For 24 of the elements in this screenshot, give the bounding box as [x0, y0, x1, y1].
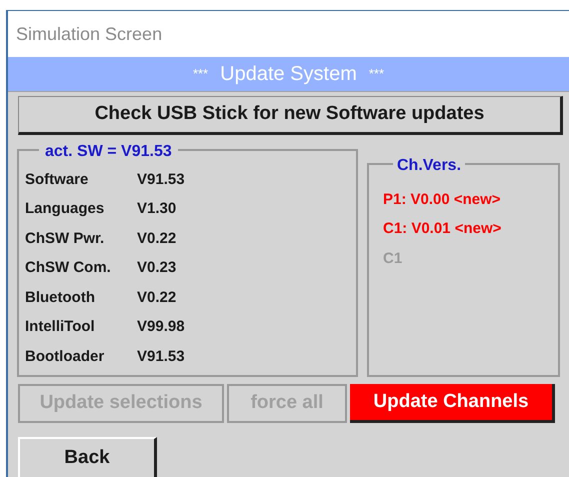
software-name: ChSW Com.	[25, 258, 112, 278]
channel-version: C1	[382, 248, 402, 268]
software-version: V91.53	[137, 170, 185, 190]
check-usb-button[interactable]: Check USB Stick for new Software updates	[18, 96, 563, 135]
header-title: Update System	[220, 62, 357, 88]
channel-version: P1: V0.00 <new>	[382, 190, 501, 210]
header-decoration: ***	[368, 65, 384, 84]
software-name: Software	[25, 170, 90, 190]
action-button[interactable]: Update Channels	[350, 384, 555, 423]
software-version: V1.30	[137, 199, 176, 219]
header-decoration: ***	[192, 65, 208, 84]
software-name: Bootloader	[25, 346, 106, 366]
software-name: Bluetooth	[25, 288, 96, 308]
software-version: V91.53	[137, 346, 185, 366]
window-title: Simulation Screen	[16, 22, 162, 46]
software-version: V99.98	[137, 317, 185, 337]
software-version: V0.23	[137, 258, 176, 278]
back-button[interactable]: Back	[18, 437, 157, 477]
software-name: ChSW Pwr.	[25, 228, 106, 248]
software-name: Languages	[25, 199, 106, 219]
software-name: IntelliTool	[25, 317, 96, 337]
channel-version: C1: V0.01 <new>	[382, 219, 502, 239]
software-version: V0.22	[137, 228, 176, 248]
software-version: V0.22	[137, 288, 176, 308]
